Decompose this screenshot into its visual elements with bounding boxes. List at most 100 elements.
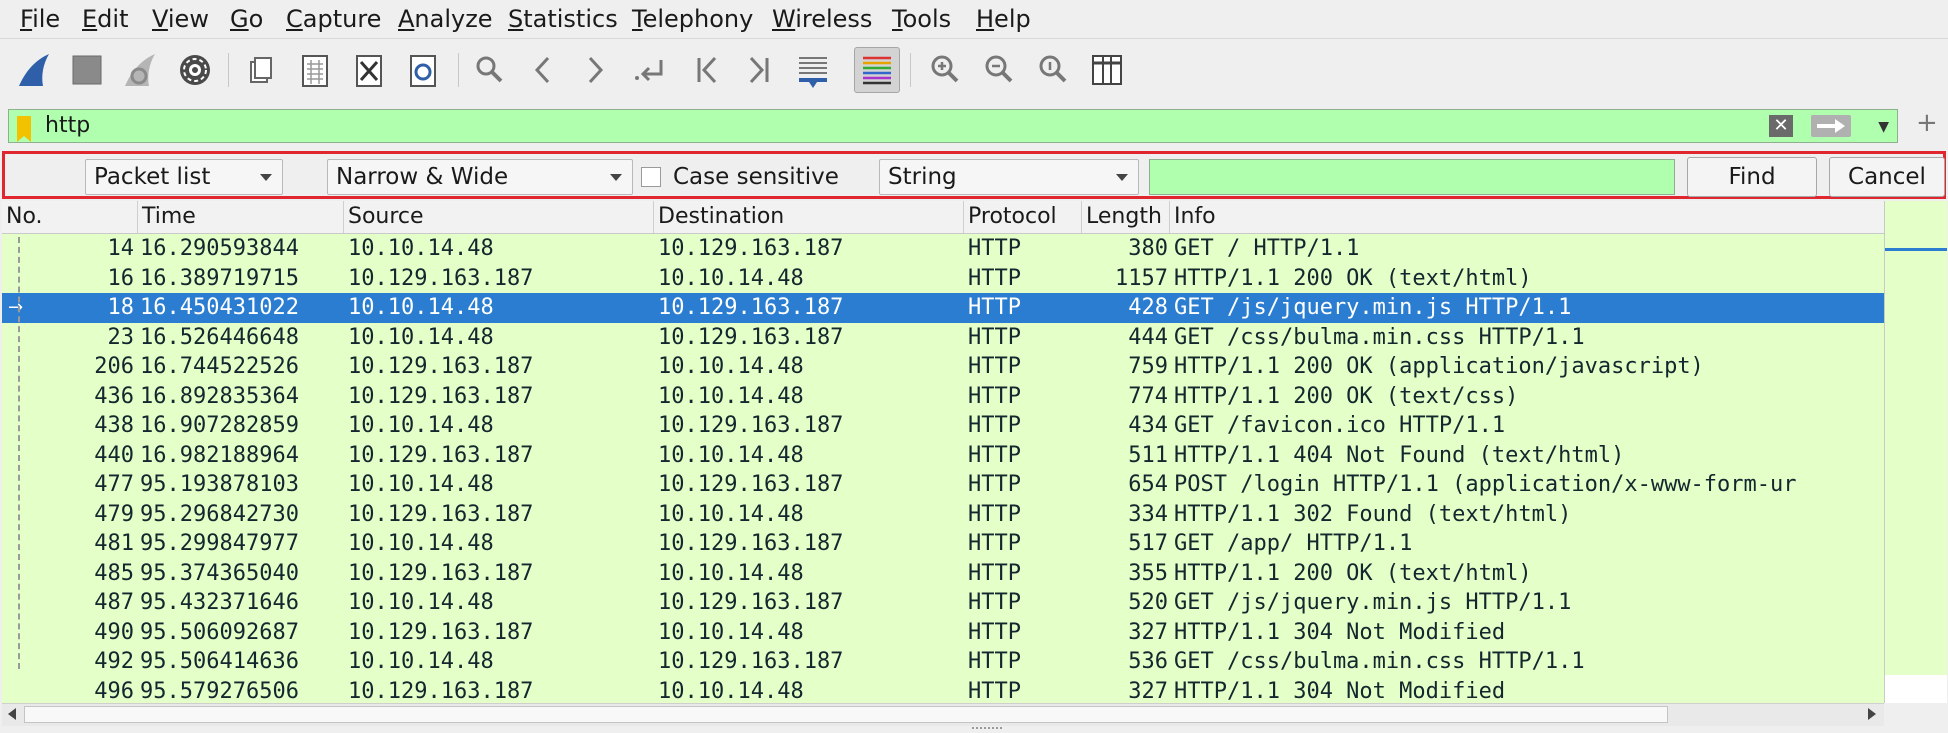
scroll-right-icon[interactable] xyxy=(1868,708,1876,720)
menu-file[interactable]: File xyxy=(20,4,60,34)
stop-capture-icon[interactable] xyxy=(64,47,110,93)
go-back-icon[interactable] xyxy=(520,47,566,93)
case-sensitive-checkbox[interactable] xyxy=(641,167,661,187)
restart-capture-icon[interactable] xyxy=(118,47,164,93)
column-header-destination[interactable]: Destination xyxy=(654,201,964,233)
apply-filter-arrow-icon[interactable] xyxy=(1811,115,1851,137)
find-search-input[interactable] xyxy=(1149,159,1675,195)
table-row[interactable]: 438 16.907282859 10.10.14.48 10.129.163.187… xyxy=(2,411,1884,441)
menu-edit-mnemonic: E xyxy=(82,5,98,33)
first-packet-icon[interactable] xyxy=(684,47,730,93)
cell-len: 334 xyxy=(1128,501,1168,527)
zoom-out-icon[interactable] xyxy=(976,47,1022,93)
open-file-icon[interactable] xyxy=(238,47,284,93)
chevron-down-icon xyxy=(260,174,272,181)
cell-time: 95.432371646 xyxy=(140,590,299,615)
zoom-normal-icon[interactable] xyxy=(1030,47,1076,93)
character-width-select[interactable]: Narrow & Wide xyxy=(327,159,633,195)
cell-no: 440 xyxy=(94,442,134,468)
resize-columns-icon[interactable] xyxy=(1084,47,1130,93)
menu-analyze-mnemonic: A xyxy=(398,5,415,33)
find-button[interactable]: Find xyxy=(1687,157,1817,197)
cell-proto: HTTP xyxy=(968,678,1021,704)
zoom-in-icon[interactable] xyxy=(922,47,968,93)
cell-no: 492 xyxy=(94,649,134,674)
cell-src: 10.129.163.187 xyxy=(348,560,534,586)
table-row[interactable]: 23 16.526446648 10.10.14.48 10.129.163.187 H… xyxy=(2,323,1884,353)
menu-analyze[interactable]: Analyze xyxy=(398,4,493,34)
find-packet-icon[interactable] xyxy=(466,47,512,93)
menu-edit[interactable]: Edit xyxy=(82,4,128,34)
reload-file-icon[interactable] xyxy=(400,47,446,93)
table-row[interactable]: 496 95.579276506 10.129.163.187 10.10.14.48… xyxy=(2,677,1884,704)
table-row[interactable]: 477 95.193878103 10.10.14.48 10.129.163.187… xyxy=(2,470,1884,500)
splitter-grip-handle[interactable] xyxy=(972,727,1002,733)
search-type-value: String xyxy=(888,164,957,190)
autoscroll-icon[interactable] xyxy=(790,47,836,93)
add-filter-button-plus-icon[interactable]: + xyxy=(1916,108,1938,138)
table-row[interactable]: 479 95.296842730 10.129.163.187 10.10.14.48… xyxy=(2,500,1884,530)
menu-statistics[interactable]: Statistics xyxy=(508,4,618,34)
packet-minimap-scrollbar[interactable] xyxy=(1884,201,1947,703)
cell-proto: HTTP xyxy=(968,560,1021,586)
clear-filter-icon[interactable]: ✕ xyxy=(1769,115,1793,137)
cancel-button[interactable]: Cancel xyxy=(1829,157,1945,197)
menu-edit-label: dit xyxy=(97,5,129,33)
table-row[interactable]: 492 95.506414636 10.10.14.48 10.129.163.187… xyxy=(2,647,1884,677)
cell-dst: 10.129.163.187 xyxy=(658,649,844,674)
menu-help-mnemonic: H xyxy=(976,5,995,33)
display-filter-input[interactable]: http ✕ ▼ xyxy=(8,109,1898,143)
table-row[interactable]: 440 16.982188964 10.129.163.187 10.10.14.48… xyxy=(2,441,1884,471)
capture-options-gear-icon[interactable] xyxy=(172,47,218,93)
save-file-icon[interactable] xyxy=(292,47,338,93)
filter-history-chevron-down-icon[interactable]: ▼ xyxy=(1878,119,1889,135)
cell-dst: 10.10.14.48 xyxy=(658,678,804,704)
menu-file-mnemonic: F xyxy=(20,5,33,33)
colorize-icon[interactable] xyxy=(854,47,900,93)
cell-proto: HTTP xyxy=(968,442,1021,468)
cell-dst: 10.10.14.48 xyxy=(658,354,804,379)
go-to-packet-icon[interactable] xyxy=(628,47,674,93)
table-row[interactable]: 206 16.744522526 10.129.163.187 10.10.14.48… xyxy=(2,352,1884,382)
table-row[interactable]: 14 16.290593844 10.10.14.48 10.129.163.187 H… xyxy=(2,234,1884,264)
table-row[interactable]: 487 95.432371646 10.10.14.48 10.129.163.187… xyxy=(2,588,1884,618)
menu-tools[interactable]: Tools xyxy=(892,4,951,34)
search-in-select[interactable]: Packet list xyxy=(85,159,283,195)
column-header-info[interactable]: Info xyxy=(1170,201,1884,233)
last-packet-icon[interactable] xyxy=(736,47,782,93)
table-row[interactable]: 436 16.892835364 10.129.163.187 10.10.14.48… xyxy=(2,382,1884,412)
menu-telephony[interactable]: Telephony xyxy=(632,4,753,34)
cell-time: 95.579276506 xyxy=(140,678,299,704)
column-header-source[interactable]: Source xyxy=(344,201,654,233)
menu-wireless[interactable]: Wireless xyxy=(772,4,872,34)
shark-fin-start-icon[interactable] xyxy=(12,47,58,93)
chevron-down-icon xyxy=(1116,174,1128,181)
cell-src: 10.10.14.48 xyxy=(348,590,494,615)
menu-help[interactable]: Help xyxy=(976,4,1031,34)
column-header-length[interactable]: Length xyxy=(1082,201,1170,233)
horizontal-scrollbar[interactable] xyxy=(2,703,1884,726)
table-row-selected[interactable]: 18 16.450431022 10.10.14.48 10.129.163.187 H… xyxy=(2,293,1884,323)
search-type-select[interactable]: String xyxy=(879,159,1139,195)
cell-len: 517 xyxy=(1128,531,1168,556)
bookmark-icon[interactable] xyxy=(17,116,31,142)
main-toolbar xyxy=(0,38,1948,103)
table-row[interactable]: 16 16.389719715 10.129.163.187 10.10.14.48 H… xyxy=(2,264,1884,294)
related-packets-line xyxy=(18,237,20,669)
cell-time: 16.450431022 xyxy=(140,295,299,320)
table-row[interactable]: 481 95.299847977 10.10.14.48 10.129.163.187… xyxy=(2,529,1884,559)
column-header-no[interactable]: No. xyxy=(2,201,138,233)
menu-capture[interactable]: Capture xyxy=(286,4,381,34)
column-header-time[interactable]: Time xyxy=(138,201,344,233)
menu-view[interactable]: View xyxy=(152,4,209,34)
cell-dst: 10.129.163.187 xyxy=(658,590,844,615)
close-file-icon[interactable] xyxy=(346,47,392,93)
table-row[interactable]: 490 95.506092687 10.129.163.187 10.10.14.48… xyxy=(2,618,1884,648)
scroll-left-icon[interactable] xyxy=(8,708,16,720)
table-row[interactable]: 485 95.374365040 10.129.163.187 10.10.14.48… xyxy=(2,559,1884,589)
scrollbar-thumb[interactable] xyxy=(24,706,1668,723)
column-header-protocol[interactable]: Protocol xyxy=(964,201,1082,233)
menu-go[interactable]: Go xyxy=(230,4,263,34)
go-forward-icon[interactable] xyxy=(572,47,618,93)
cell-no: 481 xyxy=(94,531,134,556)
